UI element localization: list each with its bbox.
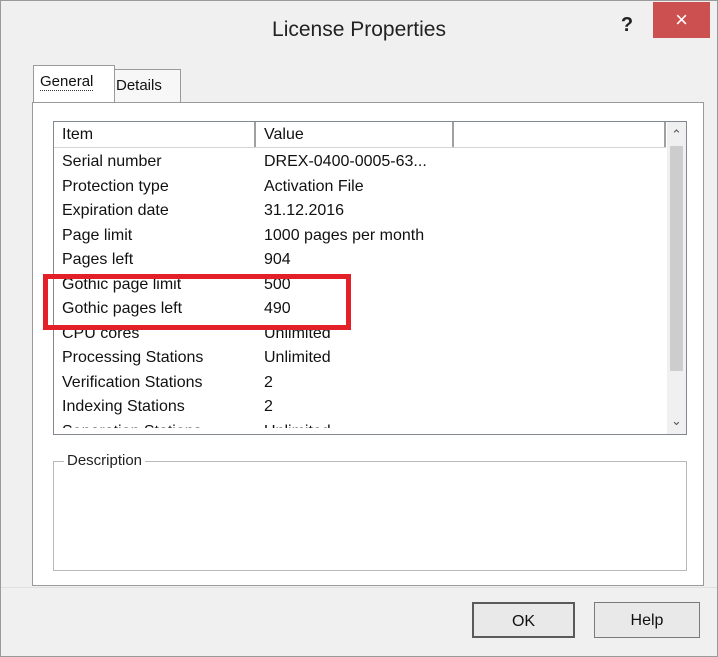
- item-cell: Verification Stations: [62, 373, 203, 391]
- column-header-empty[interactable]: [454, 122, 666, 147]
- list-row[interactable]: Page limit 1000 pages per month: [54, 224, 666, 249]
- list-row[interactable]: Expiration date 31.12.2016: [54, 199, 666, 224]
- value-cell: Unlimited: [264, 349, 331, 366]
- list-row[interactable]: Serial number DREX-0400-0005-63...: [54, 150, 666, 175]
- list-row-partial[interactable]: Separation Stations Unlimited: [54, 420, 666, 428]
- general-tab-panel: Item Value Serial number DREX-0400-0005-6…: [32, 102, 704, 586]
- value-cell: 31.12.2016: [264, 202, 345, 219]
- item-cell: Protection type: [62, 177, 169, 195]
- vertical-scrollbar[interactable]: ⌃ ⌄: [667, 122, 686, 434]
- scrollbar-thumb[interactable]: [670, 146, 683, 371]
- list-row[interactable]: Indexing Stations 2: [54, 395, 666, 420]
- column-header-item[interactable]: Item: [54, 122, 256, 147]
- description-group: Description: [53, 452, 687, 571]
- value-cell: 904: [264, 251, 291, 268]
- tab-general[interactable]: General: [33, 65, 115, 102]
- tab-details[interactable]: Details: [109, 69, 181, 102]
- close-icon[interactable]: ×: [653, 2, 710, 38]
- value-cell: 2: [264, 398, 273, 415]
- ok-button[interactable]: OK: [472, 602, 575, 638]
- title-bar: License Properties ? ×: [1, 1, 717, 58]
- tab-details-label: Details: [116, 77, 162, 94]
- list-row[interactable]: Protection type Activation File: [54, 175, 666, 200]
- value-cell: Activation File: [264, 177, 364, 195]
- description-label: Description: [64, 452, 146, 469]
- button-area-divider: [1, 587, 717, 588]
- value-cell: Unlimited: [264, 420, 459, 428]
- value-cell: 1000 pages per month: [264, 226, 425, 244]
- list-row[interactable]: Verification Stations 2: [54, 371, 666, 396]
- license-properties-dialog: License Properties ? × General Details I…: [0, 0, 718, 657]
- column-header-value[interactable]: Value: [256, 122, 454, 147]
- list-row[interactable]: Processing Stations Unlimited: [54, 346, 666, 371]
- item-cell: Expiration date: [62, 202, 169, 219]
- value-cell: DREX-0400-0005-63...: [264, 153, 427, 170]
- list-header: Item Value: [54, 122, 666, 148]
- scroll-up-arrow-icon[interactable]: ⌃: [667, 126, 686, 144]
- item-cell: Serial number: [62, 153, 162, 170]
- scroll-down-arrow-icon[interactable]: ⌄: [667, 412, 686, 430]
- item-cell: Separation Stations: [62, 420, 252, 428]
- list-row[interactable]: Pages left 904: [54, 248, 666, 273]
- item-cell: Page limit: [62, 226, 133, 244]
- item-cell: Indexing Stations: [62, 398, 185, 415]
- value-cell: 2: [264, 373, 273, 391]
- highlight-annotation-box: [43, 274, 351, 330]
- item-cell: Processing Stations: [62, 349, 204, 366]
- item-cell: Pages left: [62, 251, 134, 268]
- help-question-icon[interactable]: ?: [607, 9, 647, 41]
- help-button[interactable]: Help: [594, 602, 700, 638]
- tab-general-label: General: [40, 73, 94, 91]
